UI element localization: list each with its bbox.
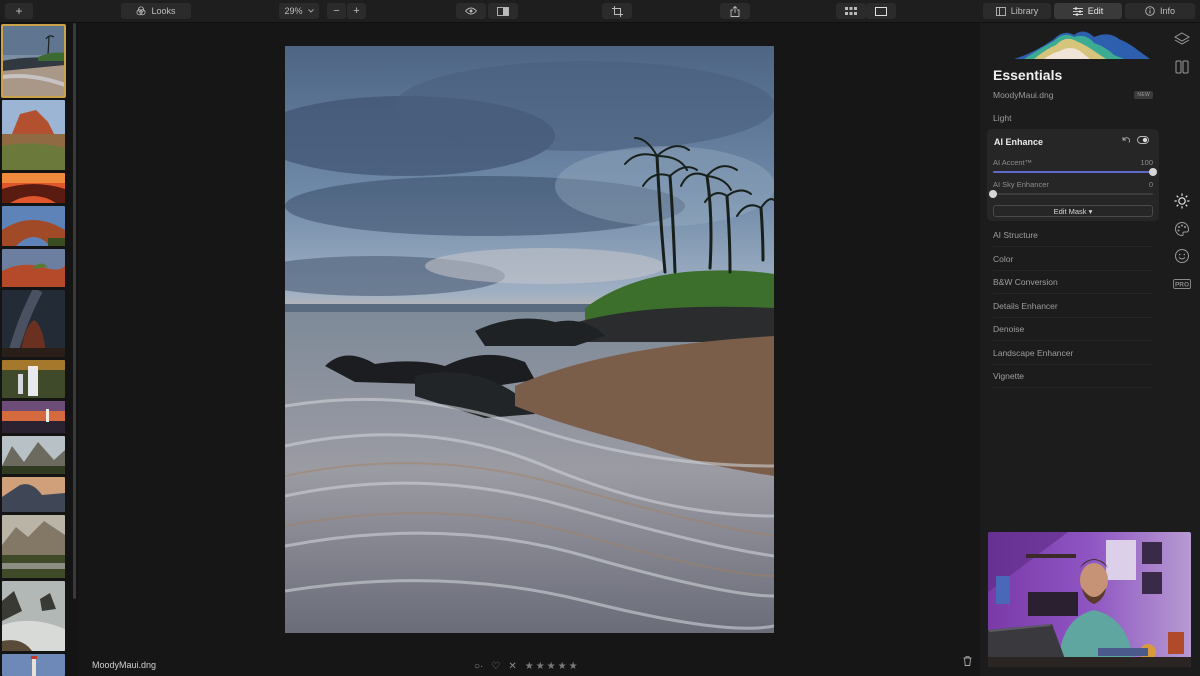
tab-info-label: Info xyxy=(1159,6,1175,16)
yosemite-thumb[interactable] xyxy=(2,436,65,474)
tab-info[interactable]: Info xyxy=(1125,3,1195,19)
section-color[interactable]: Color xyxy=(993,254,1153,271)
ai-accent-label: AI Accent™ xyxy=(993,158,1033,167)
single-view-icon xyxy=(875,6,887,16)
ai-accent-value[interactable]: 100 xyxy=(1140,158,1153,167)
flag-icon[interactable]: ○· xyxy=(474,661,483,672)
sea-stack-thumb[interactable] xyxy=(2,581,65,651)
new-badge: NEW xyxy=(1134,91,1153,99)
layers-icon[interactable] xyxy=(1172,29,1192,49)
webcam-overlay xyxy=(988,532,1191,667)
tab-library[interactable]: Library xyxy=(983,3,1051,19)
add-button[interactable]: + xyxy=(5,3,33,19)
ai-sky-knob[interactable] xyxy=(989,190,997,198)
file-row: MoodyMaui.dng NEW xyxy=(993,90,1153,100)
edit-mask-button[interactable]: Edit Mask ▾ xyxy=(993,205,1153,217)
ai-enhance-title[interactable]: AI Enhance xyxy=(994,137,1043,147)
zoom-in-button[interactable]: + xyxy=(347,3,366,19)
milky-way-thumb[interactable] xyxy=(2,290,65,357)
ai-sky-slider[interactable] xyxy=(989,190,1153,198)
arch-sunset-thumb[interactable] xyxy=(2,173,65,203)
trash-icon[interactable] xyxy=(963,653,972,671)
panel-title: Essentials xyxy=(993,67,1063,83)
sun-icon[interactable] xyxy=(1172,191,1192,211)
chevron-down-icon xyxy=(307,9,314,13)
ai-accent-fill xyxy=(993,171,1153,173)
beach-thumb[interactable] xyxy=(1,24,66,98)
zoom-value: 29% xyxy=(284,6,303,16)
lighthouse-thumb[interactable] xyxy=(2,654,65,676)
ai-sky-value[interactable]: 0 xyxy=(1149,180,1153,189)
pro-icon[interactable]: PRO xyxy=(1172,274,1192,294)
grid-view-button[interactable] xyxy=(836,3,866,19)
ai-accent-slider[interactable] xyxy=(993,168,1157,176)
crop-button[interactable] xyxy=(602,3,632,19)
looks-button[interactable]: Looks xyxy=(121,3,191,19)
ai-accent-label-row: AI Accent™ 100 xyxy=(993,158,1153,167)
face-icon[interactable] xyxy=(1172,246,1192,266)
zoom-out-label: − xyxy=(333,5,340,17)
valley-thumb[interactable] xyxy=(2,515,65,578)
rating-bar: ○· ♡ ✕ ★★★★★ xyxy=(474,661,580,672)
tab-edit[interactable]: Edit xyxy=(1054,3,1122,19)
grid-icon xyxy=(845,7,857,15)
section-vignette[interactable]: Vignette xyxy=(993,371,1153,388)
zoom-select[interactable]: 29% xyxy=(279,3,319,19)
section-denoise[interactable]: Denoise xyxy=(993,324,1153,341)
compare-button[interactable] xyxy=(488,3,518,19)
crop-icon xyxy=(611,5,623,17)
pro-label: PRO xyxy=(1175,281,1189,288)
ai-accent-knob[interactable] xyxy=(1149,168,1157,176)
main-photo[interactable] xyxy=(285,46,774,633)
section-details-enhancer[interactable]: Details Enhancer xyxy=(993,301,1153,318)
share-button[interactable] xyxy=(720,3,750,19)
zoom-in-label: + xyxy=(353,5,360,17)
filmstrip-scrollbar[interactable] xyxy=(73,23,76,599)
half-dome-thumb[interactable] xyxy=(2,477,65,512)
tab-library-label: Library xyxy=(1010,6,1039,16)
star-rating[interactable]: ★★★★★ xyxy=(525,661,580,672)
panel-filename: MoodyMaui.dng xyxy=(993,90,1054,100)
zoom-out-button[interactable]: − xyxy=(327,3,346,19)
looks-label: Looks xyxy=(151,6,176,16)
canvas-filename: MoodyMaui.dng xyxy=(92,660,157,670)
section-bw-conversion[interactable]: B&W Conversion xyxy=(993,277,1153,294)
image-canvas[interactable]: MoodyMaui.dng ○· ♡ ✕ ★★★★★ xyxy=(78,23,980,676)
sliders-icon xyxy=(1072,6,1083,16)
looks-icon xyxy=(136,6,146,16)
canyon-thumb[interactable] xyxy=(2,249,65,287)
single-view-button[interactable] xyxy=(866,3,896,19)
histogram xyxy=(994,25,1150,59)
undo-icon[interactable] xyxy=(1122,136,1131,144)
add-label: + xyxy=(15,4,23,18)
filmstrip xyxy=(0,23,78,676)
reject-icon[interactable]: ✕ xyxy=(508,661,516,672)
eye-icon xyxy=(465,7,477,15)
ai-enhance-card: AI Enhance AI Accent™ 100 AI Sky Enhance… xyxy=(987,129,1159,221)
presets-icon[interactable] xyxy=(1172,57,1192,77)
ai-sky-label-row: AI Sky Enhancer 0 xyxy=(993,180,1153,189)
tab-edit-label: Edit xyxy=(1087,6,1104,16)
palette-icon[interactable] xyxy=(1172,219,1192,239)
preview-button[interactable] xyxy=(456,3,486,19)
red-rock-thumb[interactable] xyxy=(2,100,65,170)
info-icon xyxy=(1145,6,1155,16)
top-toolbar: + Looks 29% − + Library Edit Info xyxy=(0,0,1200,23)
lighthouse-sunset-thumb[interactable] xyxy=(2,401,65,433)
desert-arch-thumb[interactable] xyxy=(2,206,65,246)
heart-icon[interactable]: ♡ xyxy=(491,661,500,672)
library-icon xyxy=(995,6,1006,16)
share-icon xyxy=(730,5,740,17)
section-ai-structure[interactable]: AI Structure xyxy=(993,230,1153,247)
section-landscape-enhancer[interactable]: Landscape Enhancer xyxy=(993,348,1153,365)
waterfall-thumb[interactable] xyxy=(2,360,65,398)
toggle-visibility-icon[interactable] xyxy=(1137,136,1149,144)
ai-sky-label: AI Sky Enhancer xyxy=(993,180,1049,189)
section-light[interactable]: Light xyxy=(993,113,1153,130)
compare-icon xyxy=(497,6,509,16)
